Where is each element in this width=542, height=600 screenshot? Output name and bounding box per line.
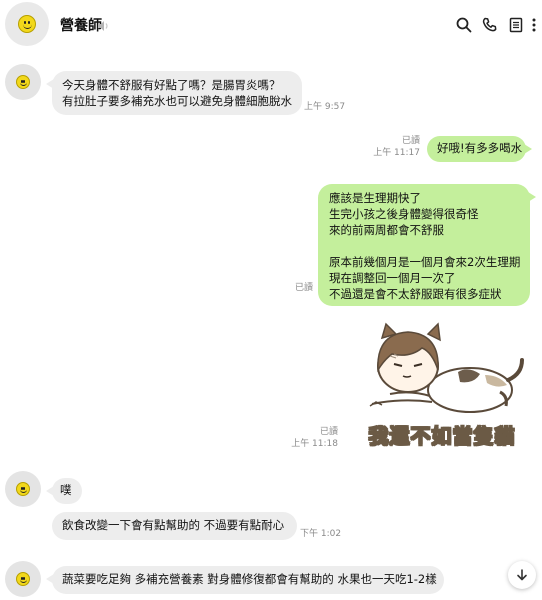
message-bubble[interactable]: 飲食改變一下會有點幫助的 不過要有點耐心 xyxy=(52,512,297,540)
chat-header: 營養師 xyxy=(0,0,542,50)
smiley-icon xyxy=(16,572,30,586)
arrow-down-icon xyxy=(517,569,527,581)
message-meta: 已讀 上午 11:17 xyxy=(360,135,420,159)
smiley-icon xyxy=(16,482,30,496)
message-time: 上午 11:18 xyxy=(291,439,338,449)
read-receipt: 已讀 xyxy=(319,427,338,437)
chat-title: 營養師 xyxy=(60,18,102,34)
message-meta: 已讀 上午 11:18 xyxy=(280,426,338,450)
read-receipt: 已讀 xyxy=(294,283,313,293)
message-bubble[interactable]: 應該是生理期快了 生完小孩之後身體變得很奇怪 來的前兩周都會不舒服 原本前幾個月… xyxy=(318,184,536,306)
message-bubble[interactable]: 蔬菜要吃足夠 多補充營養素 對身體修復都會有幫助的 水果也一天吃1-2樣 xyxy=(46,566,444,594)
sender-avatar[interactable] xyxy=(5,64,41,100)
smiley-icon xyxy=(18,15,36,33)
phone-icon[interactable] xyxy=(481,16,499,34)
message-time: 上午 11:17 xyxy=(373,148,420,158)
message-time: 上午 9:57 xyxy=(304,102,346,112)
contact-avatar[interactable] xyxy=(5,2,49,46)
smiley-icon xyxy=(16,75,30,89)
scroll-to-bottom-button[interactable] xyxy=(508,561,536,589)
sender-avatar[interactable] xyxy=(5,471,41,507)
message-bubble[interactable]: 今天身體不舒服有好點了嗎？是腸胃炎嗎？ 有拉肚子要多補充水也可以避免身體細胞脫水 xyxy=(46,71,302,115)
volume-icon xyxy=(97,17,109,31)
notes-icon[interactable] xyxy=(507,16,525,34)
message-bubble[interactable]: 噗 xyxy=(46,478,82,504)
sticker-caption: 我還不如當隻貓 xyxy=(368,423,516,448)
sender-avatar[interactable] xyxy=(5,561,41,597)
message-bubble[interactable]: 好哦!有多多喝水 xyxy=(427,136,532,162)
read-receipt: 已讀 xyxy=(401,136,420,146)
search-icon[interactable] xyxy=(455,16,473,34)
message-time: 下午 1:02 xyxy=(300,529,342,539)
more-icon[interactable] xyxy=(530,16,538,34)
